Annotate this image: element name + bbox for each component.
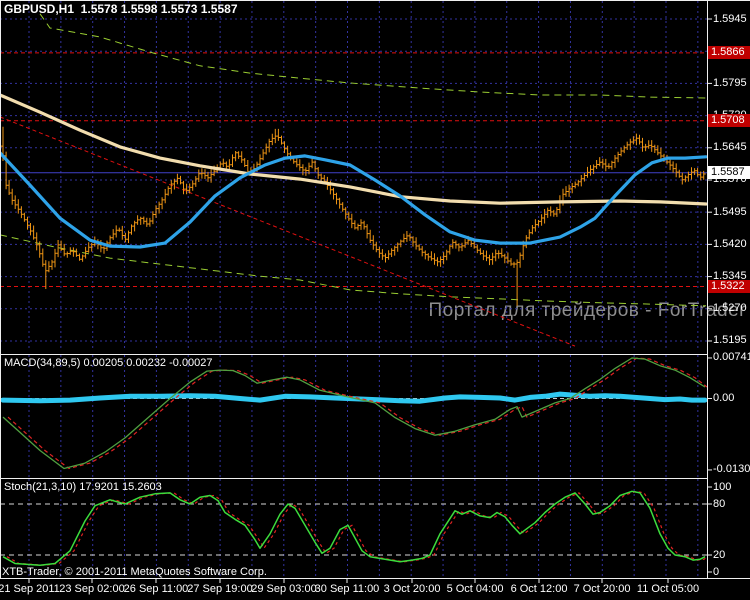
chart-canvas[interactable] [0,0,750,600]
chart-window: Портал для трейдеров - ForTrader GBPUSD,… [0,0,750,600]
macd-axis-label: 0.00741 [713,351,750,364]
stoch-axis-label: 0 [713,565,720,578]
price-axis-label: 1.5795 [713,76,747,89]
level-price-badge: 1.5322 [708,279,750,293]
ohlc-bar-series [1,126,706,306]
macd-axis-label: -0.01306 [713,463,750,476]
stoch-k-line [2,490,706,566]
price-axis-label: 1.5420 [713,237,747,250]
price-axis-label: 1.5645 [713,141,747,154]
price-axis-label: 1.5495 [713,205,747,218]
macd-main-line [2,357,706,470]
upper-band-line [39,13,707,99]
symbol-ohlc-line: GBPUSD,H1 1.5578 1.5598 1.5573 1.5587 [4,2,238,16]
stoch-axis-label: 20 [713,548,726,561]
level-price-badge: 1.5708 [708,114,750,128]
level-price-badge: 1.5866 [708,46,750,60]
price-axis-label: 1.5195 [713,334,747,347]
platform-copyright: XTB-Trader, © 2001-2011 MetaQuotes Softw… [2,566,267,578]
stoch-axis-label: 80 [713,497,726,510]
stoch-axis-label: 100 [713,480,732,493]
current-price-badge: 1.5587 [708,166,750,180]
macd-indicator-label: MACD(34,89,5) 0.00205 0.00232 -0.00027 [4,357,213,369]
time-axis-label: 11 Oct 05:00 [636,583,700,595]
stoch-indicator-label: Stoch(21,3,10) 17.9201 15.2603 [4,481,162,493]
macd-axis-label: 0.00 [713,392,735,404]
price-axis-label: 1.5945 [713,12,747,25]
ma-slow-line [0,93,708,206]
price-axis-label: 1.5270 [713,302,747,315]
